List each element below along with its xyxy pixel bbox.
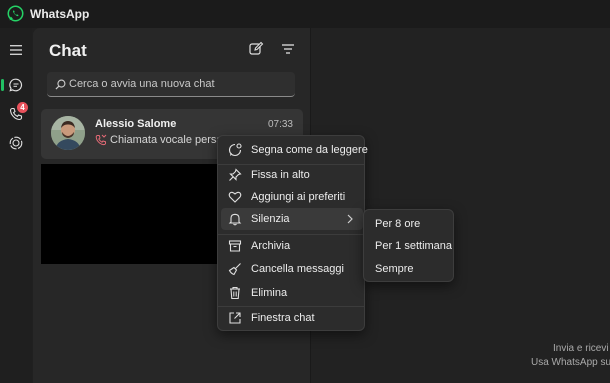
chat-bubble-icon bbox=[9, 78, 23, 92]
search-placeholder: Cerca o avvia una nuova chat bbox=[69, 78, 215, 90]
menu-item-label: Silenzia bbox=[251, 213, 290, 225]
pin-icon bbox=[229, 168, 242, 181]
heart-icon bbox=[228, 191, 242, 203]
submenu-item-label: Per 8 ore bbox=[375, 218, 421, 230]
menu-item-chat-window[interactable]: Finestra chat bbox=[221, 307, 363, 329]
menu-item-label: Cancella messaggi bbox=[251, 263, 344, 275]
menu-item-label: Segna come da leggere bbox=[251, 144, 368, 156]
chat-time: 07:33 bbox=[267, 119, 293, 130]
menu-item-clear-messages[interactable]: Cancella messaggi bbox=[221, 258, 363, 280]
hamburger-icon bbox=[10, 45, 22, 55]
menu-item-favorite[interactable]: Aggiungi ai preferiti bbox=[221, 186, 363, 208]
broom-icon bbox=[228, 263, 241, 276]
chevron-right-icon bbox=[347, 214, 353, 224]
external-window-icon bbox=[229, 312, 241, 324]
submenu-item-always[interactable]: Sempre bbox=[367, 258, 452, 280]
menu-item-label: Aggiungi ai preferiti bbox=[251, 191, 346, 203]
submenu-item-1-week[interactable]: Per 1 settimana bbox=[367, 235, 452, 257]
menu-item-label: Archivia bbox=[251, 240, 291, 252]
submenu-item-label: Sempre bbox=[375, 263, 414, 275]
whatsapp-logo-icon bbox=[7, 5, 24, 22]
intro-line-2: Usa WhatsApp su bbox=[531, 357, 610, 368]
menu-item-mark-unread[interactable]: Segna come da leggere bbox=[221, 139, 368, 161]
chat-contact-name: Alessio Salome bbox=[95, 118, 177, 130]
search-icon bbox=[55, 79, 66, 90]
menu-item-pin[interactable]: Fissa in alto bbox=[221, 164, 363, 186]
active-indicator bbox=[1, 79, 4, 91]
status-nav-button[interactable] bbox=[0, 129, 32, 157]
avatar bbox=[51, 116, 85, 150]
bell-icon bbox=[228, 213, 242, 226]
mute-submenu: Per 8 ore Per 1 settimana Sempre bbox=[363, 209, 454, 282]
submenu-item-8-hours[interactable]: Per 8 ore bbox=[367, 213, 452, 235]
media-placeholder bbox=[41, 164, 221, 264]
menu-item-delete[interactable]: Elimina bbox=[221, 282, 363, 304]
mark-unread-icon bbox=[228, 143, 242, 157]
intro-line-1: Invia e ricevi bbox=[553, 343, 609, 354]
app-title: WhatsApp bbox=[30, 7, 90, 21]
chat-context-menu: Segna come da leggere Fissa in alto Aggi… bbox=[217, 135, 368, 331]
missed-call-icon bbox=[95, 134, 107, 146]
calls-nav-button[interactable]: 4 bbox=[0, 100, 32, 128]
chat-list-heading: Chat bbox=[49, 41, 87, 60]
calls-badge: 4 bbox=[17, 102, 28, 113]
menu-item-archive[interactable]: Archivia bbox=[221, 235, 363, 257]
chats-nav-button[interactable] bbox=[0, 71, 32, 99]
title-bar: WhatsApp bbox=[0, 0, 610, 28]
archive-icon bbox=[228, 240, 242, 252]
filter-icon[interactable] bbox=[280, 41, 296, 57]
status-icon bbox=[9, 136, 23, 150]
navigation-rail: 4 bbox=[0, 28, 32, 383]
menu-item-label: Elimina bbox=[251, 287, 288, 299]
search-input[interactable]: Cerca o avvia una nuova chat bbox=[47, 72, 295, 97]
trash-icon bbox=[230, 286, 240, 300]
chat-preview-text: Chiamata vocale persa bbox=[110, 134, 223, 146]
menu-item-label: Fissa in alto bbox=[251, 169, 310, 181]
menu-item-mute[interactable]: Silenzia bbox=[221, 208, 363, 230]
new-chat-icon[interactable] bbox=[248, 41, 264, 57]
menu-button[interactable] bbox=[0, 36, 32, 64]
submenu-item-label: Per 1 settimana bbox=[375, 240, 453, 252]
menu-item-label: Finestra chat bbox=[251, 312, 315, 324]
chat-preview: Chiamata vocale persa bbox=[95, 134, 223, 146]
